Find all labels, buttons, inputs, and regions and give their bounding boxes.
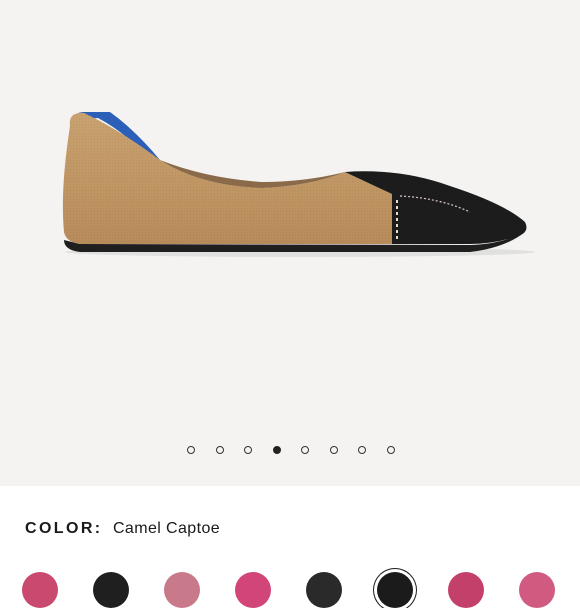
color-swatch-7[interactable] xyxy=(448,572,484,608)
color-swatch-8[interactable] xyxy=(519,572,555,608)
carousel-dots xyxy=(0,446,580,456)
carousel-dot-2[interactable] xyxy=(215,446,224,454)
color-swatch-3[interactable] xyxy=(164,572,200,608)
carousel-dot-6[interactable] xyxy=(329,446,338,454)
color-swatch-5[interactable] xyxy=(306,572,342,608)
color-selection-row: COLOR: Camel Captoe xyxy=(25,520,220,538)
carousel-dot-5[interactable] xyxy=(301,446,309,454)
carousel-dot-3[interactable] xyxy=(244,446,252,454)
color-swatch-6-selected[interactable] xyxy=(377,572,413,608)
carousel-dot-4[interactable] xyxy=(272,446,281,454)
product-image-gallery[interactable] xyxy=(0,0,580,486)
carousel-dot-7[interactable] xyxy=(358,446,366,454)
carousel-dot-1[interactable] xyxy=(187,446,195,454)
color-swatch-4[interactable] xyxy=(235,572,271,608)
color-swatch-2[interactable] xyxy=(93,572,129,608)
carousel-dot-8[interactable] xyxy=(386,446,395,454)
color-label: COLOR: xyxy=(25,520,103,537)
color-swatch-1[interactable] xyxy=(22,572,58,608)
color-swatches xyxy=(0,572,580,608)
product-image xyxy=(62,112,535,257)
color-value: Camel Captoe xyxy=(112,520,221,537)
